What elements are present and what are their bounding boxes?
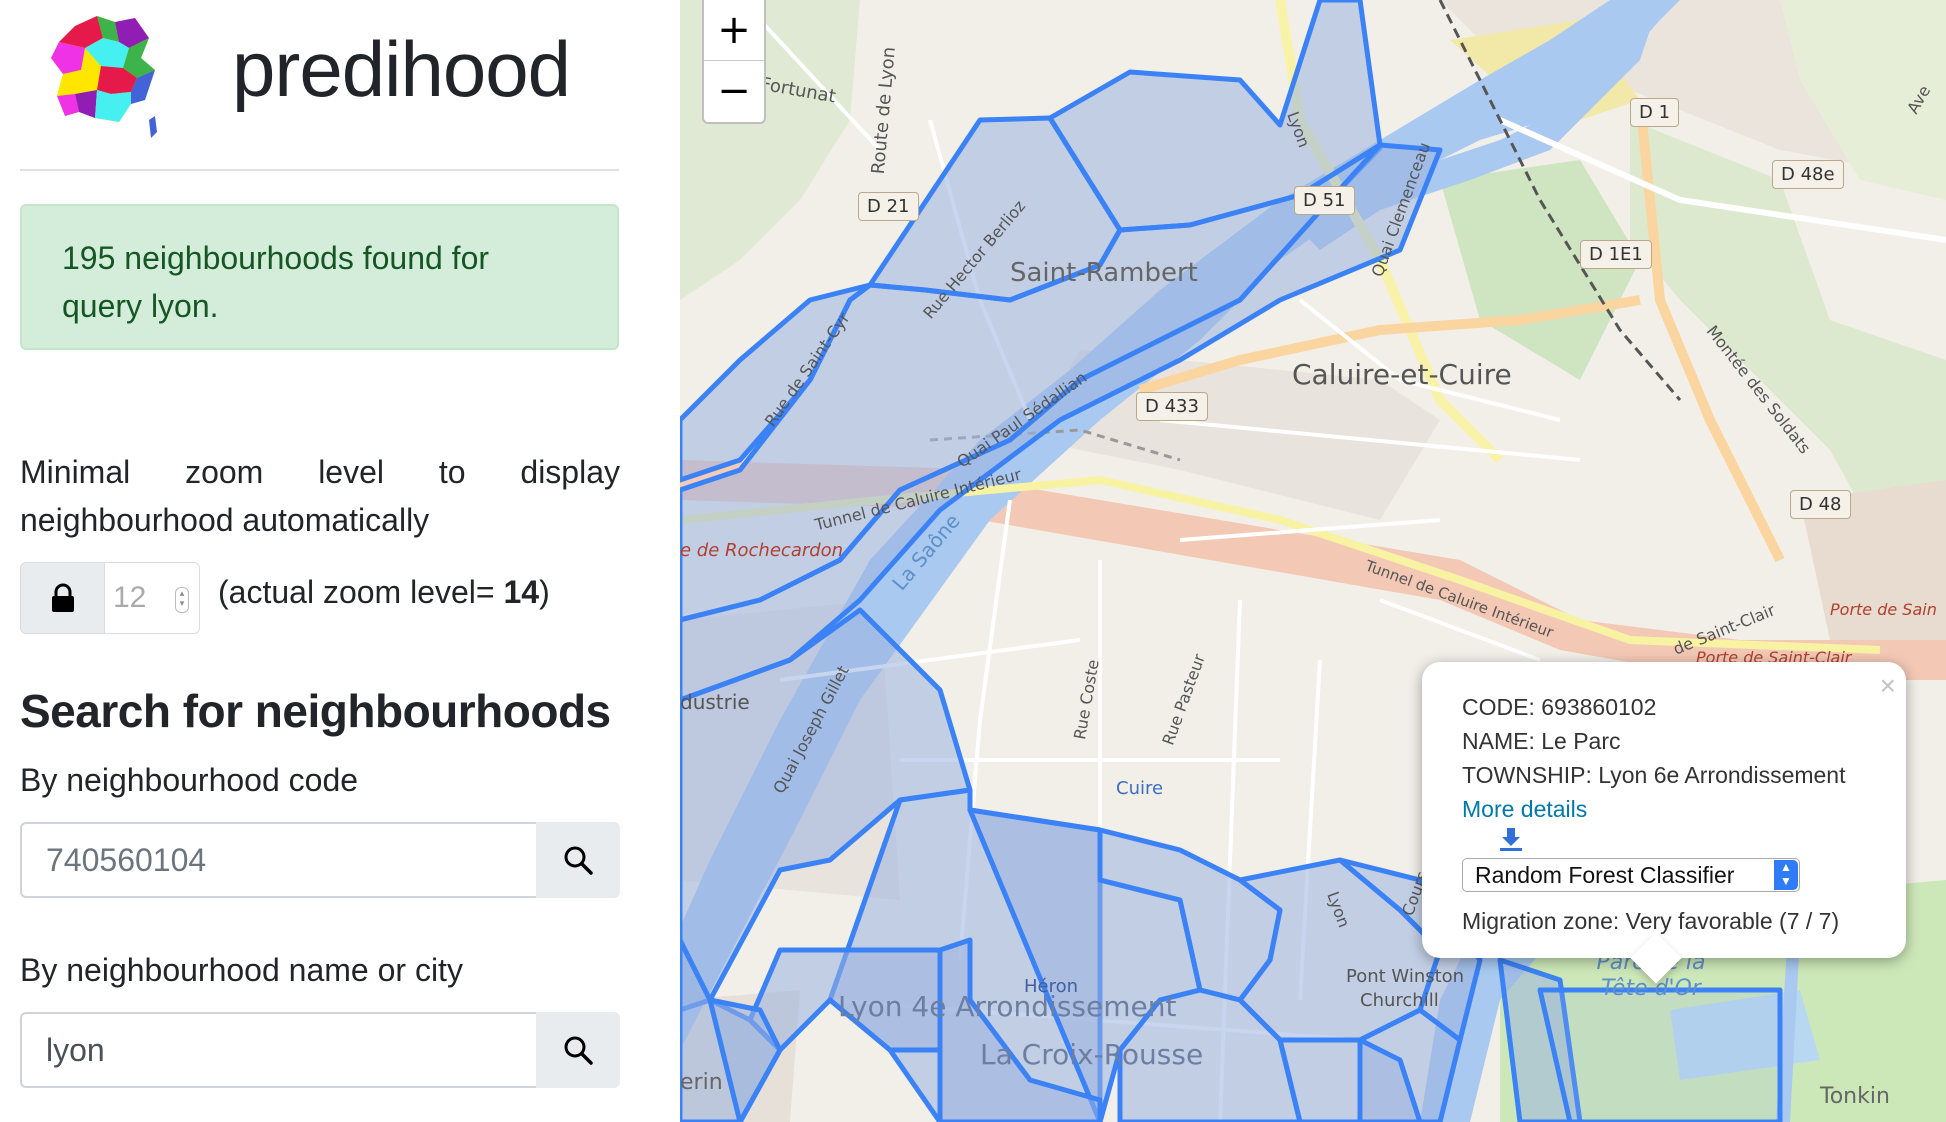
map-label-rochecardon: e de Rochecardon [680, 540, 844, 561]
code-search-label: By neighbourhood code [20, 762, 359, 798]
map-label-industrie: dustrie [680, 690, 750, 714]
map-label-tonkin: Tonkin [1820, 1084, 1890, 1109]
map-label-caluire: Caluire-et-Cuire [1292, 358, 1512, 391]
min-zoom-input[interactable]: 12 ▴ ▾ [104, 562, 200, 634]
zoom-control: + − [702, 0, 766, 124]
zoom-label-line1: Minimal zoom level to display [20, 454, 620, 490]
min-zoom-value: 12 [113, 581, 147, 614]
zoom-in-button[interactable]: + [704, 0, 764, 61]
neighbourhood-popup: × CODE: 693860102 NAME: Le Parc TOWNSHIP… [1422, 662, 1906, 984]
popup-migration-zone: Migration zone: Very favorable (7 / 7) [1462, 908, 1840, 934]
map-label-erin: erin [680, 1070, 723, 1095]
road-shield-d48e: D 48e [1772, 160, 1844, 189]
lock-button[interactable] [20, 562, 104, 634]
classifier-select[interactable]: Random Forest Classifier [1462, 858, 1800, 892]
france-map-logo [51, 16, 157, 138]
search-heading: Search for neighbourhoods [20, 685, 611, 737]
map-label-cuire: Cuire [1116, 778, 1164, 799]
actual-zoom-value: 14 [503, 574, 540, 610]
zoom-label-line2: neighbourhood automatically [20, 502, 430, 538]
popup-name: NAME: Le Parc [1462, 728, 1621, 754]
road-shield-d51: D 51 [1294, 186, 1355, 215]
download-button[interactable] [1498, 826, 1524, 858]
sidebar: predihood 195 neighbourhoods found for q… [0, 0, 680, 1122]
map-label-pont-winston: Pont Winston [1346, 966, 1465, 987]
actual-zoom-text: (actual zoom level= 14) [218, 574, 550, 610]
results-alert: 195 neighbourhoods found for query lyon. [20, 204, 619, 350]
map-label-heron: Héron [1024, 976, 1079, 997]
search-icon [564, 846, 593, 875]
map-view[interactable]: D 21 D 51 D 433 D 1 D 48e D 1E1 D 48 For… [680, 0, 1946, 1122]
more-details-link[interactable]: More details [1462, 796, 1587, 822]
spinner-icon[interactable]: ▴ ▾ [175, 587, 189, 613]
name-search-input[interactable] [20, 1012, 536, 1088]
lock-icon [51, 583, 74, 612]
road-shield-d48: D 48 [1790, 490, 1851, 519]
road-shield-d1e1: D 1E1 [1580, 240, 1652, 269]
name-search-group [20, 1012, 620, 1088]
map-label-saint-rambert: Saint-Rambert [1010, 258, 1198, 288]
popup-code: CODE: 693860102 [1462, 694, 1657, 720]
popup-close-button[interactable]: × [1880, 670, 1896, 702]
name-search-button[interactable] [536, 1012, 620, 1088]
name-search-label: By neighbourhood name or city [20, 952, 463, 988]
code-search-group [20, 822, 620, 898]
search-icon [564, 1036, 593, 1065]
brand-title: predihood [232, 25, 571, 113]
zoom-level-control: 12 ▴ ▾ [20, 562, 200, 634]
map-label-churchill: Churchill [1360, 990, 1439, 1011]
map-label-la-croix-rousse: La Croix-Rousse [980, 1038, 1204, 1071]
download-icon [1500, 828, 1522, 851]
road-shield-d433: D 433 [1136, 392, 1208, 421]
map-label-porte-saint: Porte de Sain [1830, 600, 1937, 619]
map-label-lyon-4e: Lyon 4e Arrondissement [838, 990, 1177, 1023]
zoom-out-button[interactable]: − [704, 61, 764, 121]
divider [20, 169, 619, 171]
road-shield-d1: D 1 [1630, 98, 1680, 127]
code-search-button[interactable] [536, 822, 620, 898]
code-search-input[interactable] [20, 822, 536, 898]
popup-township: TOWNSHIP: Lyon 6e Arrondissement [1462, 762, 1846, 788]
road-shield-d21: D 21 [858, 192, 919, 221]
